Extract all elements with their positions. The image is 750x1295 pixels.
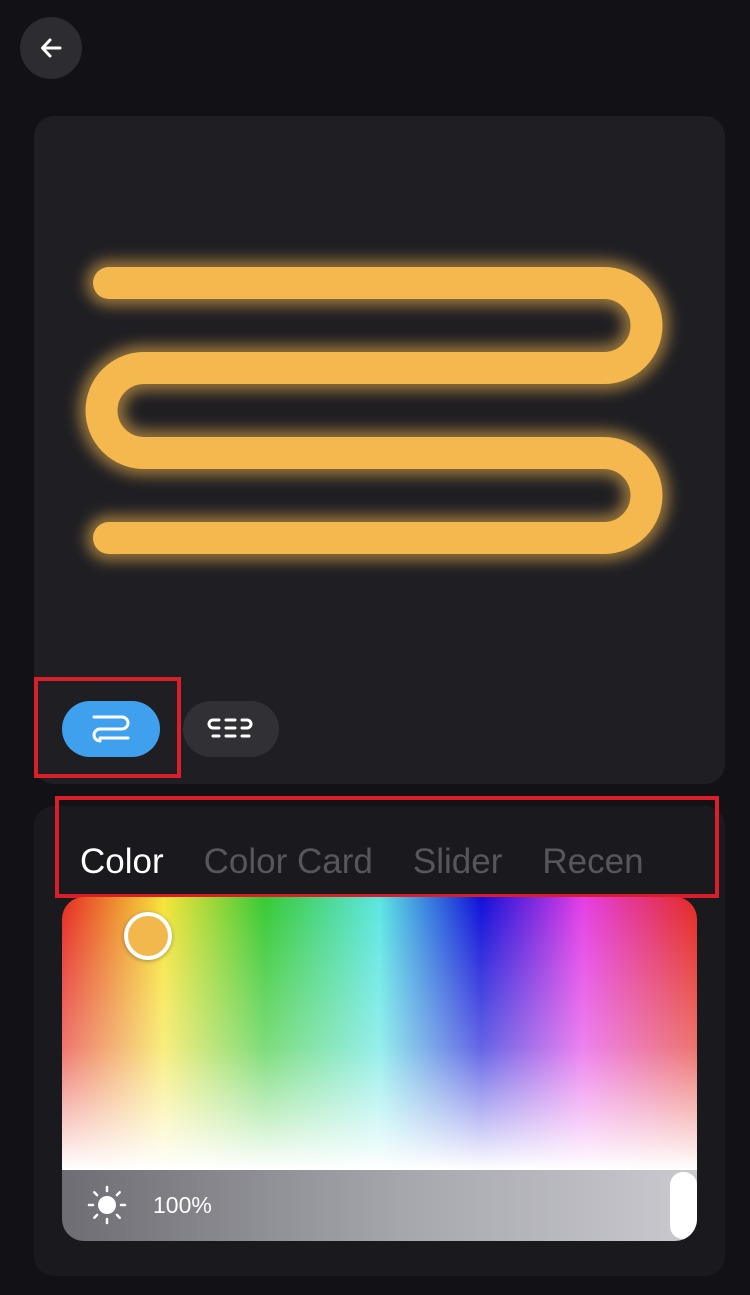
tab-color[interactable]: Color [80, 840, 164, 886]
brightness-slider[interactable]: 100% [62, 1170, 697, 1241]
brightness-handle[interactable] [670, 1172, 697, 1239]
brightness-value: 100% [153, 1192, 212, 1218]
color-picker-thumb[interactable] [124, 912, 172, 960]
segmented-strip-icon [207, 718, 253, 738]
color-picker: 100% [62, 897, 697, 1241]
color-spectrum[interactable] [62, 897, 697, 1170]
tab-slider[interactable]: Slider [413, 840, 502, 886]
segmented-mode-button[interactable] [183, 701, 279, 757]
tab-color-card[interactable]: Color Card [204, 840, 373, 886]
strip-loop-icon [92, 715, 130, 743]
sun-icon [87, 1185, 127, 1225]
arrow-left-icon [41, 38, 62, 58]
back-button[interactable] [20, 17, 82, 79]
tab-recent[interactable]: Recen [542, 840, 643, 886]
color-mode-tabs: Color Color Card Slider Recen [80, 840, 644, 886]
continuous-mode-button[interactable] [62, 701, 160, 757]
strip-preview-card [34, 116, 725, 784]
light-strip-preview [78, 260, 670, 561]
